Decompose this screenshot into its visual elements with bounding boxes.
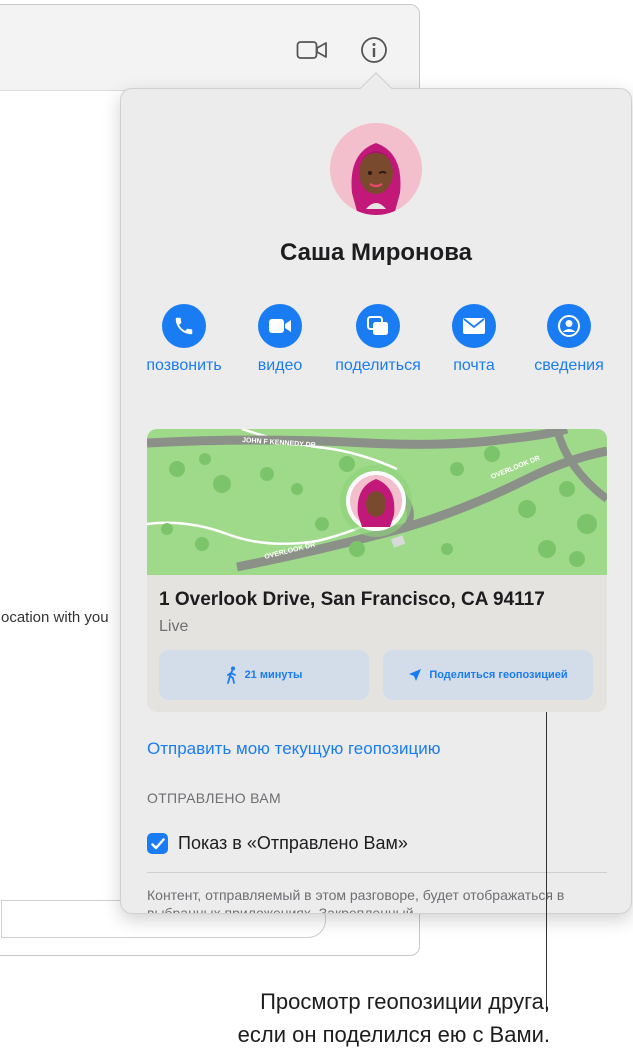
share-location-button[interactable]: Поделиться геопозицией [383, 650, 593, 700]
messages-toolbar [0, 5, 419, 91]
video-camera-icon[interactable] [294, 35, 330, 65]
contact-actions: позвонить видео поделиться почта сведени… [129, 304, 629, 379]
mail-icon [452, 304, 496, 348]
callout-line-2: если он поделился ею с Вами. [237, 1022, 550, 1047]
video-label: видео [257, 357, 303, 374]
send-current-location-link[interactable]: Отправить мою текущую геопозицию [147, 739, 440, 759]
person-info-icon [547, 304, 591, 348]
location-card[interactable]: JOHN F KENNEDY DR OVERLOOK DR OVERLOOK D… [147, 429, 607, 712]
phone-icon [162, 304, 206, 348]
info-label: сведения [534, 357, 604, 374]
call-button[interactable]: позвонить [129, 304, 239, 375]
video-icon [258, 304, 302, 348]
mail-button[interactable]: почта [419, 304, 529, 375]
info-icon[interactable] [356, 35, 392, 65]
message-snippet: ocation with you [1, 609, 109, 626]
divider [147, 872, 607, 873]
show-in-shared-row[interactable]: Показ в «Отправлено Вам» [147, 833, 408, 854]
show-in-shared-checkbox[interactable] [147, 833, 168, 854]
location-status: Live [159, 618, 189, 635]
shared-with-you-header: ОТПРАВЛЕНО ВАМ [147, 790, 281, 806]
info-button[interactable]: сведения [514, 304, 624, 375]
walking-directions-button[interactable]: 21 минуты [159, 650, 369, 700]
walking-person-icon [226, 666, 236, 684]
friend-location-pin [340, 465, 412, 537]
call-label: позвонить [146, 357, 222, 374]
callout-line-1: Просмотр геопозиции друга, [260, 989, 550, 1014]
share-location-label: Поделиться геопозицией [429, 669, 568, 681]
show-in-shared-label: Показ в «Отправлено Вам» [178, 833, 408, 853]
location-address: 1 Overlook Drive, San Francisco, CA 9411… [159, 589, 545, 610]
contact-details-popover: Саша Миронова позвонить видео поделиться… [120, 88, 632, 914]
walk-time-label: 21 минуты [244, 669, 303, 681]
callout-caption: Просмотр геопозиции друга, если он подел… [90, 985, 550, 1051]
mail-label: почта [453, 357, 495, 374]
location-arrow-icon [409, 669, 422, 681]
contact-name: Саша Миронова [280, 239, 472, 266]
share-label: поделиться [335, 357, 421, 374]
contact-avatar [330, 123, 422, 215]
video-button[interactable]: видео [225, 304, 335, 375]
share-screen-icon [356, 304, 400, 348]
callout-line [546, 712, 547, 1012]
location-map[interactable]: JOHN F KENNEDY DR OVERLOOK DR OVERLOOK D… [147, 429, 607, 575]
share-button[interactable]: поделиться [323, 304, 433, 375]
checkmark-icon [150, 837, 165, 849]
